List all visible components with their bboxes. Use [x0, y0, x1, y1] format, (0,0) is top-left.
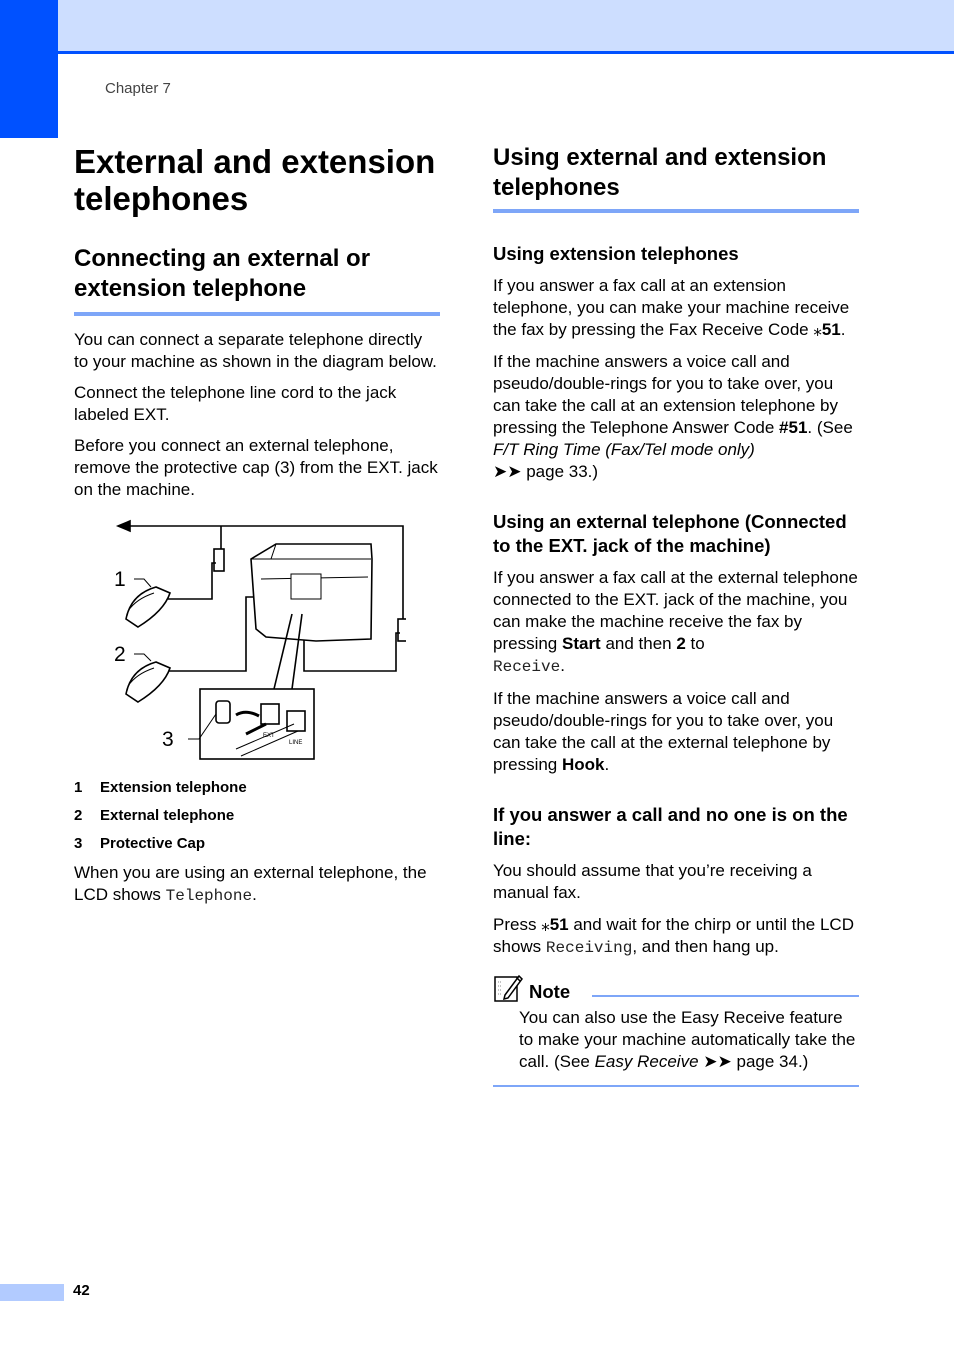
page-number-tab	[0, 1284, 64, 1301]
legend-item: 3 Protective Cap	[74, 835, 206, 852]
callout-3: 3	[162, 728, 174, 751]
callout-2: 2	[114, 643, 126, 666]
page-title: External and extension telephones	[74, 143, 436, 217]
external-telephone-icon	[125, 661, 171, 703]
note-title: Note	[529, 981, 571, 1002]
callout-1: 1	[114, 568, 126, 591]
cross-reference-link[interactable]: Easy Receive	[595, 1052, 699, 1071]
extension-telephone-icon	[125, 586, 171, 628]
paragraph: If the machine answers a voice call and …	[493, 689, 834, 774]
paragraph: You can connect a separate telephone dir…	[74, 330, 437, 371]
protective-cap	[215, 700, 231, 724]
lcd-text: Receiving	[545, 939, 633, 957]
chapter-tab-marker	[0, 0, 58, 138]
paragraph: If you answer a fax call at an extension…	[493, 276, 850, 339]
lcd-text: Receive	[493, 658, 561, 676]
line-jack	[286, 710, 306, 732]
subheading-external: Using an external telephone (Connected t…	[493, 511, 847, 556]
arrows-icon: ➤➤	[703, 1052, 732, 1071]
section-heading-connecting: Connecting an external or extension tele…	[74, 244, 440, 316]
header-rule	[58, 51, 954, 54]
callout-leader-1	[134, 578, 152, 588]
section-heading-using: Using external and extension telephones	[493, 143, 859, 213]
subheading-extension: Using extension telephones	[493, 243, 739, 264]
callout-leader-2	[134, 653, 152, 662]
page-number: 42	[73, 1282, 90, 1299]
ext-jack	[260, 703, 280, 725]
note-bottom-rule	[493, 1085, 859, 1087]
paragraph: If the machine answers a voice call and …	[493, 352, 853, 481]
paragraph: You should assume that you’re receiving …	[493, 861, 812, 902]
left-column: External and extension telephones Connec…	[74, 143, 440, 907]
header-band	[58, 0, 954, 51]
legend-item: 1 Extension telephone	[74, 779, 247, 796]
note-pencil-icon	[494, 974, 523, 1002]
line-jack-label: LINE	[289, 740, 302, 746]
paragraph: Press ⁎51 and wait for the chirp or unti…	[493, 915, 854, 957]
chapter-label: Chapter 7	[105, 80, 171, 97]
note-top-rule	[592, 995, 859, 997]
arrow-head	[115, 519, 131, 533]
lcd-text: Telephone	[165, 887, 253, 905]
figure-legend: 1 Extension telephone 2 External telephone…	[74, 774, 440, 858]
arrows-icon: ➤➤	[493, 462, 522, 481]
wall-jack-1	[213, 548, 225, 572]
paragraph: Before you connect an external telephone…	[74, 436, 438, 499]
note-text: You can also use the Easy Receive featur…	[519, 1008, 856, 1071]
right-column: Using external and extension telephones …	[493, 143, 859, 1087]
extension-phone-cord	[168, 562, 216, 600]
paragraph: Connect the telephone line cord to the j…	[74, 383, 397, 424]
lcd-paragraph: When you are using an external telephone…	[74, 863, 427, 905]
ext-jack-label: EXT	[263, 733, 275, 739]
cross-reference-link[interactable]: F/T Ring Time (Fax/Tel mode only)	[493, 440, 755, 459]
wall-jack-2	[397, 618, 409, 642]
legend-item: 2 External telephone	[74, 807, 235, 824]
paragraph: If you answer a fax call at the external…	[493, 568, 858, 676]
subheading-no-one: If you answer a call and no one is on th…	[493, 804, 848, 849]
connection-diagram: 1 2 3 EXT LINE	[114, 519, 409, 760]
note-box: Note You can also use the Easy Receive f…	[493, 971, 859, 1087]
